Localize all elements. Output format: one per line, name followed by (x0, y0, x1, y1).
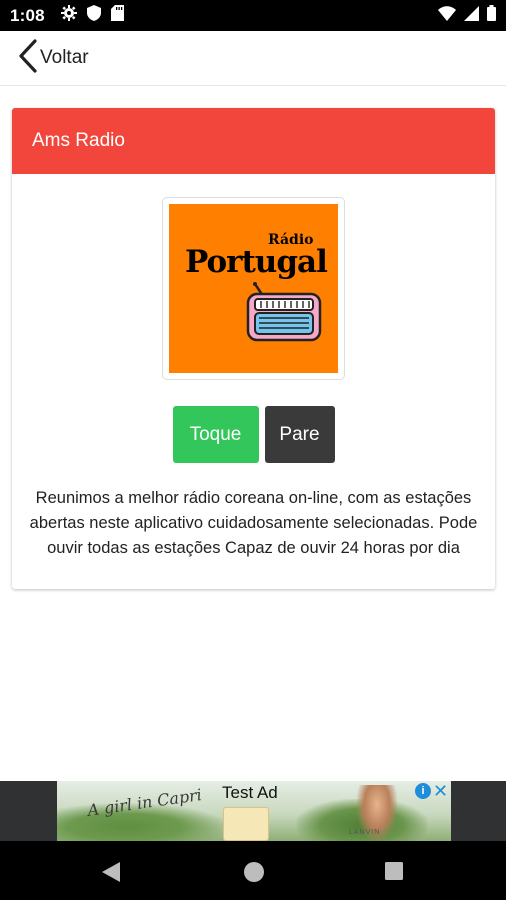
controls-row: Toque Pare (12, 406, 495, 463)
station-description: Reunimos a melhor rádio coreana on-line,… (29, 489, 478, 557)
status-time: 1:08 (10, 5, 45, 25)
back-triangle-icon[interactable] (101, 861, 121, 888)
station-logo: Rádio Portugal (169, 204, 338, 373)
battery-icon (487, 5, 496, 26)
back-button[interactable]: Voltar (18, 38, 89, 78)
settings-icon (60, 5, 77, 26)
ad-bar: A girl in Capri LANVIN Test Ad i ✕ (0, 781, 506, 841)
shield-icon (86, 5, 101, 26)
ad-brand-text: LANVIN (349, 829, 381, 836)
card-title: Ams Radio (32, 130, 125, 151)
recents-square-icon[interactable] (384, 861, 404, 886)
status-bar: 1:08 (0, 0, 506, 31)
radio-card: Ams Radio Rádio Portugal Toque Pare Reun… (12, 108, 495, 589)
card-header: Ams Radio (12, 108, 495, 174)
sd-card-icon (110, 5, 124, 26)
wifi-icon (438, 5, 456, 26)
stop-button[interactable]: Pare (264, 406, 335, 463)
navigation-bar (0, 841, 506, 900)
station-logo-frame: Rádio Portugal (162, 197, 345, 380)
chevron-left-icon (18, 38, 38, 78)
ad-banner[interactable]: A girl in Capri LANVIN Test Ad i ✕ (57, 781, 451, 841)
ad-close-icon[interactable]: ✕ (433, 781, 448, 801)
ad-product-image (223, 807, 269, 841)
play-button[interactable]: Toque (172, 406, 259, 463)
back-label: Voltar (40, 47, 89, 68)
app-bar: Voltar (0, 31, 506, 86)
home-circle-icon[interactable] (243, 861, 265, 888)
radio-icon (245, 282, 323, 349)
ad-info-icon[interactable]: i (415, 783, 431, 799)
ad-label: Test Ad (222, 783, 278, 802)
signal-icon (464, 5, 479, 26)
logo-big-text: Portugal (185, 244, 328, 280)
status-left-icons (60, 5, 124, 26)
status-right-icons (438, 5, 496, 26)
